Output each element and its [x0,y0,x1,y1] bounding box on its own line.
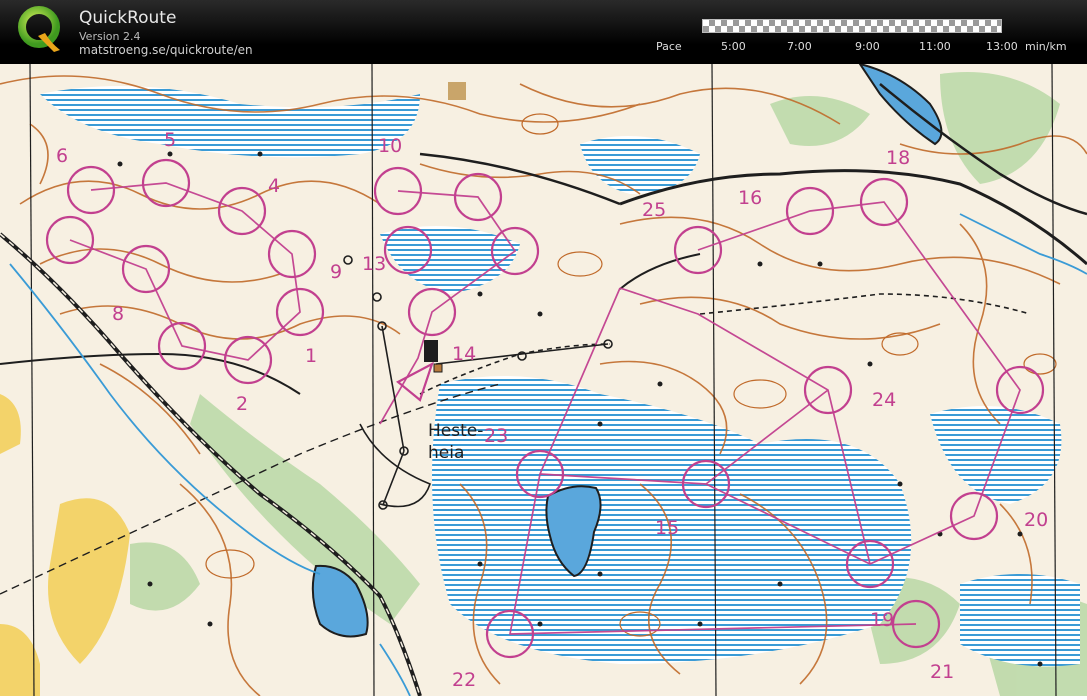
pace-label: Pace [656,40,682,53]
control-number-18: 18 [886,147,910,169]
place-name: heia [428,443,464,463]
quickroute-logo-icon [16,6,62,54]
orienteering-map[interactable]: 1 2 4 5 6 8 9 10 13 14 15 16 18 19 20 21… [0,62,1087,697]
control-number-10: 10 [378,135,402,157]
control-number-5: 5 [164,129,176,151]
control-number-25: 25 [642,199,666,221]
control-number-20: 20 [1024,509,1048,531]
place-name: Heste- [428,421,483,441]
control-number-2: 2 [236,393,248,415]
app-header: QuickRoute Version 2.4 matstroeng.se/qui… [0,0,1087,64]
pace-tick: 11:00 [919,40,951,53]
app-url-link[interactable]: matstroeng.se/quickroute/en [79,43,253,57]
control-number-23: 23 [484,425,508,447]
control-number-1: 1 [305,345,317,367]
control-number-8: 8 [112,303,124,325]
pace-unit: min/km [1025,40,1067,53]
control-number-15: 15 [655,517,679,539]
control-number-21: 21 [930,661,954,683]
pace-tick: 13:00 [986,40,1018,53]
control-number-13: 13 [362,253,386,275]
control-number-16: 16 [738,187,762,209]
pace-tick: 7:00 [787,40,812,53]
control-number-24: 24 [872,389,896,411]
pace-tick: 9:00 [855,40,880,53]
control-number-19: 19 [870,609,894,631]
control-number-14: 14 [452,343,476,365]
pace-scale-bar [702,19,1002,33]
control-number-9: 9 [330,261,342,283]
control-number-4: 4 [268,175,280,197]
control-number-6: 6 [56,145,68,167]
app-version: Version 2.4 [79,30,141,43]
pace-tick: 5:00 [721,40,746,53]
control-number-22: 22 [452,669,476,691]
app-title: QuickRoute [79,8,177,28]
